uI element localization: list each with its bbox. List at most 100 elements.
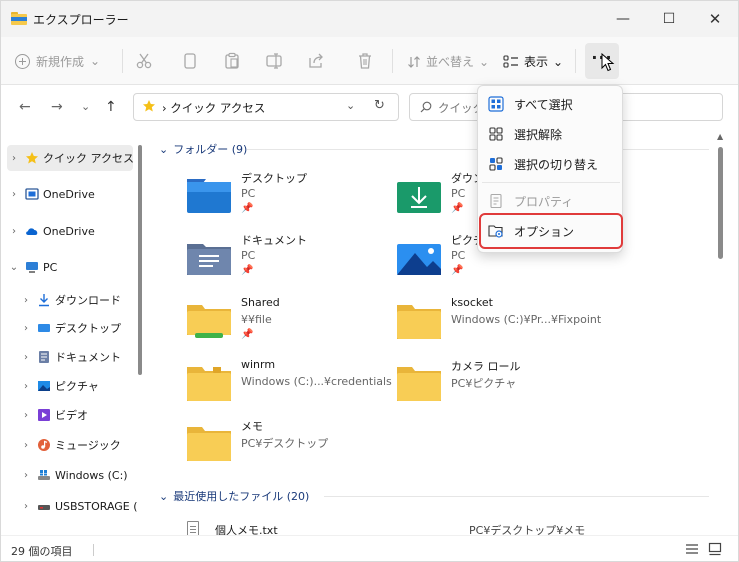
folder-tile-shared[interactable]: Shared ¥¥file 📌 [187, 295, 397, 351]
sort-icon [408, 55, 420, 68]
chevron-right-icon[interactable]: › [19, 410, 33, 421]
address-bar[interactable]: › クイック アクセス ⌄ ↻ [133, 93, 399, 121]
folder-location: PC [451, 187, 466, 200]
videos-icon [38, 409, 50, 421]
sidebar-item-pictures[interactable]: › ピクチャ [19, 373, 133, 399]
sidebar-item-label: OneDrive [43, 187, 95, 201]
sidebar-item-label: ダウンロード [55, 294, 121, 307]
sidebar-item-label: デスクトップ [55, 322, 121, 335]
large-icons-view-icon[interactable] [708, 542, 722, 556]
folder-name: ksocket [451, 296, 493, 309]
desktop-icon [38, 324, 50, 332]
recent-files-group-header[interactable]: ⌄ 最近使用したファイル (20) [159, 488, 309, 504]
folder-name: winrm [241, 358, 276, 371]
chevron-right-icon[interactable]: › [7, 189, 21, 200]
menu-item-properties[interactable]: プロパティ [482, 186, 620, 216]
menu-item-invert-selection[interactable]: 選択の切り替え [482, 149, 620, 179]
sidebar-item-label: USBSTORAGE ( [55, 499, 138, 513]
folder-location: Windows (C:)...¥credentials [241, 375, 392, 388]
sidebar-item-pc[interactable]: ⌄ PC [7, 254, 133, 280]
view-icon [503, 54, 518, 68]
up-button[interactable]: ↑ [105, 99, 117, 115]
star-icon [143, 100, 155, 112]
locked-folder-icon [187, 367, 231, 401]
view-label: 表示 [524, 55, 549, 69]
sidebar-item-quick-access[interactable]: › クイック アクセス [7, 145, 134, 171]
folder-location: PC [451, 249, 466, 262]
copy-icon[interactable] [181, 52, 199, 70]
chevron-right-icon[interactable]: › [19, 295, 33, 306]
forward-button[interactable]: → [51, 99, 63, 115]
sidebar-item-downloads[interactable]: › ダウンロード [19, 287, 133, 313]
documents-icon [39, 351, 49, 363]
sidebar-item-desktop[interactable]: › デスクトップ [19, 315, 133, 341]
music-icon [38, 439, 50, 451]
chevron-right-icon[interactable]: › [19, 352, 33, 363]
menu-item-select-none[interactable]: 選択解除 [482, 119, 620, 149]
content-pane: ⌄ フォルダー (9) デスクトップ PC 📌 ダウンロ PC 📌 ドキュメント… [149, 129, 719, 535]
chevron-down-icon: ⌄ [90, 54, 101, 68]
view-button[interactable]: 表示 ⌄ [503, 53, 563, 70]
share-icon[interactable] [307, 52, 325, 70]
downloads-folder-icon [397, 182, 441, 213]
sidebar-item-usbstorage[interactable]: › USBSTORAGE ( [19, 493, 138, 519]
folders-group-header[interactable]: ⌄ フォルダー (9) [159, 141, 247, 157]
chevron-right-icon[interactable]: › [19, 470, 33, 481]
folder-tile-camera-roll[interactable]: カメラ ロール PC¥ピクチャ [397, 357, 607, 413]
chevron-right-icon[interactable]: › [19, 440, 33, 451]
maximize-button[interactable]: ☐ [646, 5, 692, 33]
sidebar-item-label: PC [43, 260, 58, 274]
new-label: 新規作成 [36, 54, 85, 69]
minimize-button[interactable]: — [600, 5, 646, 33]
sort-button[interactable]: 並べ替え ⌄ [407, 53, 489, 70]
back-button[interactable]: ← [19, 99, 31, 115]
folder-location: Windows (C:)¥Pr...¥Fixpoint [451, 313, 602, 326]
sidebar-item-windows-c[interactable]: › Windows (C:) [19, 462, 133, 488]
onedrive-cloud-icon [26, 228, 38, 235]
cut-icon[interactable] [135, 52, 153, 70]
rename-icon[interactable] [265, 52, 283, 70]
details-view-icon[interactable] [685, 542, 699, 556]
chevron-right-icon[interactable]: › [19, 323, 33, 334]
folder-location: PC [241, 187, 256, 200]
chevron-down-icon[interactable]: ⌄ [7, 262, 21, 273]
see-more-menu: すべて選択 選択解除 選択の切り替え プロパティ オプション [477, 85, 623, 253]
drive-icon [38, 470, 50, 480]
menu-item-select-all[interactable]: すべて選択 [482, 89, 620, 119]
delete-icon[interactable] [356, 52, 374, 70]
sidebar-item-documents[interactable]: › ドキュメント [19, 344, 133, 370]
close-button[interactable]: ✕ [692, 5, 738, 33]
menu-item-options[interactable]: オプション [479, 213, 623, 249]
address-dropdown-icon[interactable]: ⌄ [346, 99, 355, 112]
folder-location: PC¥ピクチャ [451, 377, 517, 390]
new-button[interactable]: 新規作成 ⌄ [15, 51, 100, 71]
recent-locations-button[interactable]: ⌄ [81, 100, 90, 113]
window-title: エクスプローラー [33, 13, 129, 27]
chevron-right-icon[interactable]: › [7, 226, 21, 237]
command-bar: 新規作成 ⌄ 並べ替え ⌄ 表示 ⌄ [1, 37, 738, 85]
chevron-right-icon[interactable]: › [7, 153, 21, 164]
refresh-button[interactable]: ↻ [374, 98, 385, 113]
content-scrollbar[interactable] [718, 147, 723, 259]
mouse-cursor-icon [601, 53, 615, 72]
sidebar-item-videos[interactable]: › ビデオ [19, 402, 133, 428]
folder-tile-memo[interactable]: メモ PC¥デスクトップ [187, 417, 397, 473]
folder-tile-winrm[interactable]: winrm Windows (C:)...¥credentials [187, 357, 397, 413]
folder-name: ドキュメント [241, 234, 307, 247]
pin-icon: 📌 [241, 203, 254, 214]
scroll-up-arrow-icon[interactable]: ▲ [717, 132, 723, 141]
menu-divider [482, 182, 620, 183]
chevron-right-icon[interactable]: › [19, 381, 33, 392]
folder-tile-ksocket[interactable]: ksocket Windows (C:)¥Pr...¥Fixpoint [397, 295, 607, 351]
sidebar-item-onedrive[interactable]: › OneDrive [7, 218, 133, 244]
sidebar-item-music[interactable]: › ミュージック [19, 432, 133, 458]
folder-tile-documents[interactable]: ドキュメント PC 📌 [187, 231, 397, 287]
chevron-right-icon[interactable]: › [19, 501, 33, 512]
paste-icon[interactable] [223, 52, 241, 70]
sidebar-item-onedrive-personal[interactable]: › OneDrive [7, 181, 133, 207]
chevron-down-icon: ⌄ [553, 54, 564, 69]
search-icon [420, 101, 432, 113]
sidebar-scrollbar[interactable] [138, 145, 142, 375]
title-bar: エクスプローラー — ☐ ✕ [1, 1, 738, 37]
folder-tile-desktop[interactable]: デスクトップ PC 📌 [187, 169, 397, 225]
